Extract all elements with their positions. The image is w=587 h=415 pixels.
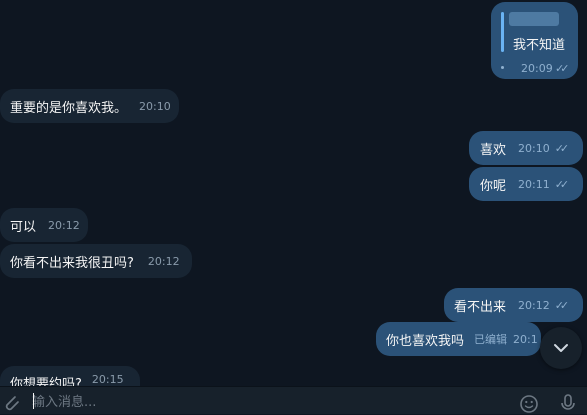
paperclip-icon[interactable] <box>0 392 22 414</box>
message-time: 20:15 <box>91 373 124 386</box>
message-input[interactable] <box>30 389 474 415</box>
text-caret <box>33 393 34 409</box>
outgoing-message[interactable]: 看不出来 20:12 ✓✓ <box>444 288 583 322</box>
message-text: 可以 <box>10 219 37 235</box>
message-time: 20:09 <box>521 62 553 75</box>
outgoing-message-reply[interactable]: 我不知道 20:09 ✓✓ <box>491 2 578 79</box>
message-composer <box>0 386 587 415</box>
message-time: 20:10 <box>139 99 171 113</box>
incoming-message[interactable]: 重要的是你喜欢我。 20:10 <box>0 89 179 123</box>
read-checkmark-icon: ✓✓ <box>555 62 570 75</box>
read-checkmark-icon: ✓✓ <box>554 141 570 155</box>
message-text: 你看不出来我很丑吗? <box>10 255 134 271</box>
message-time: 20:12 <box>48 218 80 232</box>
message-text: 你想要约吗? <box>10 377 82 386</box>
message-time: 20:12 <box>147 254 180 268</box>
incoming-message[interactable]: 你想要约吗? 20:15 <box>0 366 140 386</box>
message-time: 20:10 <box>518 141 550 155</box>
read-checkmark-icon: ✓✓ <box>554 177 570 191</box>
status-dot <box>501 66 504 69</box>
incoming-message[interactable]: 你看不出来我很丑吗? 20:12 <box>0 244 192 278</box>
message-text: 你也喜欢我吗 <box>386 333 465 349</box>
outgoing-message[interactable]: 你呢 20:11 ✓✓ <box>469 167 583 201</box>
reply-quote-preview[interactable] <box>509 12 559 26</box>
emoji-icon[interactable] <box>519 394 539 414</box>
message-time: 20:12 <box>518 298 550 312</box>
outgoing-message[interactable]: 喜欢 20:10 ✓✓ <box>469 131 583 165</box>
message-text: 喜欢 <box>480 142 507 158</box>
message-time: 20:11 <box>518 177 550 191</box>
scroll-down-button[interactable] <box>540 327 582 369</box>
message-list[interactable]: 我不知道 20:09 ✓✓ 重要的是你喜欢我。 20:10 喜欢 20:10 ✓… <box>0 0 587 386</box>
message-text: 你呢 <box>480 178 507 194</box>
edited-label: 已编辑 <box>474 333 508 346</box>
message-time: 20:1 <box>513 332 538 346</box>
read-checkmark-icon: ✓✓ <box>554 298 570 312</box>
chevron-down-icon <box>554 344 568 352</box>
message-text: 重要的是你喜欢我。 <box>10 100 128 116</box>
outgoing-message[interactable]: 你也喜欢我吗 已编辑 20:1 <box>376 322 541 356</box>
message-text: 看不出来 <box>454 299 507 315</box>
message-text: 我不知道 <box>513 38 566 53</box>
incoming-message[interactable]: 可以 20:12 <box>0 208 88 242</box>
microphone-icon[interactable] <box>560 393 576 415</box>
reply-quote-bar <box>501 12 504 52</box>
